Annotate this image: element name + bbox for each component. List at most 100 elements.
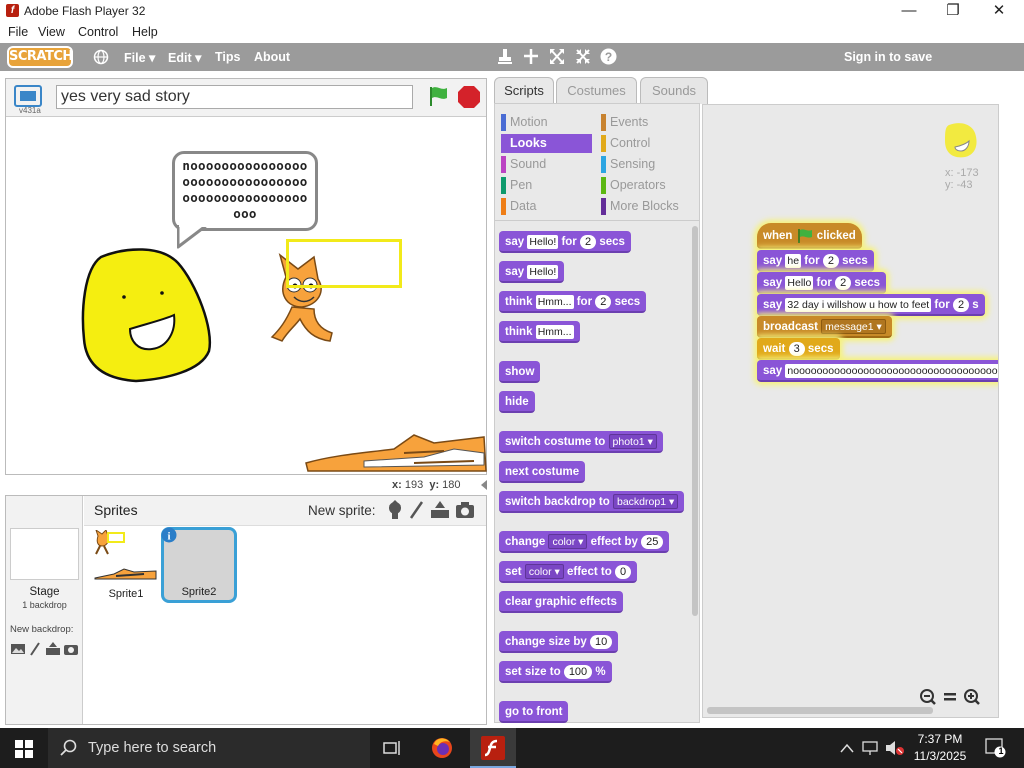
- effect-dropdown[interactable]: color ▾: [548, 534, 588, 550]
- category-motion[interactable]: Motion: [501, 113, 548, 132]
- paint-sprite-icon[interactable]: [408, 500, 424, 520]
- cut-scissors-icon[interactable]: [523, 48, 539, 66]
- number-slot[interactable]: 0: [614, 564, 632, 579]
- shrink-icon[interactable]: [575, 48, 591, 66]
- text-slot[interactable]: Hello!: [527, 264, 559, 279]
- block-switch-backdrop[interactable]: switch backdrop to backdrop1 ▾: [499, 491, 685, 513]
- block-set-effect[interactable]: set color ▾ effect to 0: [499, 561, 638, 583]
- firefox-icon[interactable]: [430, 736, 454, 760]
- text-slot[interactable]: Hello!: [527, 234, 559, 249]
- taskbar-flash-player[interactable]: [470, 728, 516, 768]
- scratch-menu-file[interactable]: File ▾: [124, 50, 155, 65]
- network-icon[interactable]: [862, 740, 880, 756]
- task-view-icon[interactable]: [383, 739, 403, 757]
- stop-sign-icon[interactable]: [457, 85, 481, 109]
- text-slot[interactable]: 32 day i willshow u how to feet: [785, 297, 932, 312]
- collapse-arrow-icon[interactable]: [480, 480, 488, 490]
- block-set-size[interactable]: set size to 100 %: [499, 661, 612, 683]
- green-flag-icon[interactable]: [426, 84, 450, 108]
- menu-help[interactable]: Help: [132, 25, 158, 39]
- upload-backdrop-icon[interactable]: [46, 642, 60, 655]
- text-slot[interactable]: Hello: [785, 275, 814, 290]
- camera-sprite-icon[interactable]: [455, 501, 475, 519]
- category-events[interactable]: Events: [601, 113, 648, 132]
- block-say[interactable]: say Hello!: [499, 261, 565, 283]
- script-say-nooo[interactable]: say nooooooooooooooooooooooooooooooooooo: [757, 360, 998, 382]
- zoom-in-icon[interactable]: [964, 689, 980, 705]
- help-icon[interactable]: ?: [600, 48, 617, 65]
- number-slot[interactable]: 2: [822, 253, 839, 268]
- chevron-up-icon[interactable]: [840, 742, 854, 754]
- hat-when-flag-clicked[interactable]: when clicked: [757, 223, 862, 249]
- maximize-button[interactable]: ❐: [930, 0, 976, 22]
- tab-scripts[interactable]: Scripts: [494, 77, 554, 105]
- script-say-he[interactable]: say he for 2 secs: [757, 250, 874, 272]
- script-wait[interactable]: wait 3 secs: [757, 338, 840, 360]
- block-next-costume[interactable]: next costume: [499, 461, 586, 483]
- number-slot[interactable]: 2: [595, 294, 612, 309]
- script-say-hello[interactable]: say Hello for 2 secs: [757, 272, 886, 294]
- category-control[interactable]: Control: [601, 134, 650, 153]
- upload-sprite-icon[interactable]: [430, 500, 450, 520]
- menu-file[interactable]: File: [8, 25, 28, 39]
- scratch-logo[interactable]: SCRATCH: [7, 46, 73, 68]
- tab-sounds[interactable]: Sounds: [640, 77, 708, 104]
- clock-time[interactable]: 7:37 PM: [910, 732, 970, 746]
- category-sound[interactable]: Sound: [501, 155, 546, 174]
- squashed-cat-sprite[interactable]: [304, 427, 488, 473]
- block-change-size[interactable]: change size by 10: [499, 631, 619, 653]
- block-hide[interactable]: hide: [499, 391, 535, 413]
- zoom-out-icon[interactable]: [920, 689, 936, 705]
- category-pen[interactable]: Pen: [501, 176, 532, 195]
- block-clear-effects[interactable]: clear graphic effects: [499, 591, 623, 613]
- palette-scrollbar[interactable]: [692, 226, 698, 616]
- text-slot[interactable]: Hmm...: [535, 294, 574, 309]
- fullscreen-icon[interactable]: [14, 85, 42, 107]
- clock-date[interactable]: 11/3/2025: [910, 749, 970, 763]
- scratch-menu-tips[interactable]: Tips: [215, 50, 240, 64]
- stage-thumbnail[interactable]: [10, 528, 79, 580]
- scratch-menu-edit[interactable]: Edit ▾: [168, 50, 201, 65]
- yellow-blob-sprite[interactable]: [66, 239, 216, 389]
- block-switch-costume[interactable]: switch costume to photo1 ▾: [499, 431, 663, 453]
- zoom-reset-icon[interactable]: [944, 693, 956, 701]
- block-think[interactable]: think Hmm...: [499, 321, 580, 343]
- duplicate-stamp-icon[interactable]: [497, 48, 513, 66]
- block-go-to-front[interactable]: go to front: [499, 701, 569, 723]
- info-icon[interactable]: i: [161, 527, 177, 543]
- effect-dropdown[interactable]: color ▾: [524, 564, 564, 580]
- category-sensing[interactable]: Sensing: [601, 155, 655, 174]
- camera-backdrop-icon[interactable]: [64, 645, 78, 655]
- block-change-effect[interactable]: change color ▾ effect by 25: [499, 531, 670, 553]
- tab-costumes[interactable]: Costumes: [556, 77, 637, 104]
- sprite-library-icon[interactable]: [386, 500, 404, 520]
- category-more-blocks[interactable]: More Blocks: [601, 197, 679, 216]
- block-show[interactable]: show: [499, 361, 541, 383]
- sprite1-tile[interactable]: Sprite1: [90, 528, 162, 600]
- number-slot[interactable]: 3: [788, 341, 805, 356]
- script-say-long[interactable]: say 32 day i willshow u how to feet for …: [757, 294, 985, 316]
- globe-icon[interactable]: [93, 49, 109, 65]
- menu-view[interactable]: View: [38, 25, 65, 39]
- category-operators[interactable]: Operators: [601, 176, 666, 195]
- sign-in-button[interactable]: Sign in to save: [844, 50, 932, 64]
- text-slot[interactable]: nooooooooooooooooooooooooooooooooooo: [785, 363, 998, 378]
- category-looks[interactable]: Looks: [501, 134, 592, 153]
- paint-backdrop-icon[interactable]: [30, 642, 40, 656]
- minimize-button[interactable]: —: [886, 0, 932, 22]
- costume-dropdown[interactable]: photo1 ▾: [608, 434, 657, 450]
- number-slot[interactable]: 2: [835, 275, 852, 290]
- windows-start-icon[interactable]: [15, 740, 33, 758]
- number-slot[interactable]: 25: [641, 534, 664, 549]
- grow-icon[interactable]: [549, 48, 565, 66]
- block-think-for-secs[interactable]: think Hmm... for 2 secs: [499, 291, 647, 313]
- taskbar-search-box[interactable]: Type here to search: [48, 728, 370, 768]
- number-slot[interactable]: 2: [580, 234, 597, 249]
- message-dropdown[interactable]: message1 ▾: [821, 319, 886, 335]
- category-data[interactable]: Data: [501, 197, 536, 216]
- menu-control[interactable]: Control: [78, 25, 118, 39]
- text-slot[interactable]: Hmm...: [535, 324, 574, 339]
- project-title-input[interactable]: yes very sad story: [56, 85, 413, 109]
- script-area[interactable]: x: -173 y: -43 when clicked say he for 2 …: [702, 104, 999, 718]
- backdrop-library-icon[interactable]: [11, 644, 25, 654]
